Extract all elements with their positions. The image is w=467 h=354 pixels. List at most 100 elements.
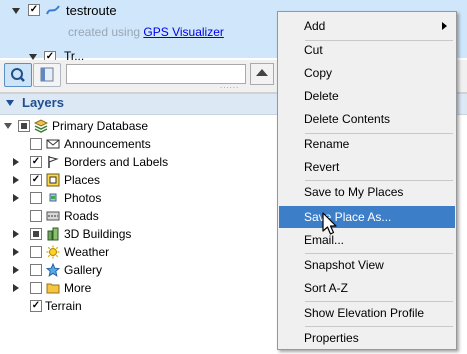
layer-checkbox[interactable]	[30, 228, 42, 240]
menu-item-label: Sort A-Z	[304, 281, 349, 295]
expand-arrow-icon[interactable]	[13, 194, 19, 202]
submenu-arrow-icon	[442, 22, 447, 30]
layer-item[interactable]: Photos	[13, 189, 101, 207]
menu-item-delete-contents[interactable]: Delete Contents	[279, 108, 455, 130]
expand-arrow-icon[interactable]	[13, 158, 19, 166]
layers-collapse-icon[interactable]	[6, 100, 14, 106]
layers-title: Layers	[22, 95, 64, 110]
layer-checkbox[interactable]	[30, 282, 42, 294]
layer-item[interactable]: ✓ Borders and Labels	[13, 153, 168, 171]
testroute-checkbox[interactable]: ✓	[28, 4, 40, 16]
menu-item-properties[interactable]: Properties	[279, 327, 455, 349]
sun-icon	[46, 245, 60, 259]
expand-arrow-icon[interactable]	[13, 284, 19, 292]
panel-toggle-button[interactable]	[33, 63, 61, 87]
menu-item-add[interactable]: Add	[279, 15, 455, 37]
layer-label: Roads	[64, 209, 99, 223]
expand-arrow-icon[interactable]	[13, 230, 19, 238]
expand-arrow-icon[interactable]	[13, 266, 19, 274]
layer-label: More	[64, 281, 92, 295]
menu-item-sort-a-z[interactable]: Sort A-Z	[279, 277, 455, 299]
search-icon	[11, 68, 25, 82]
layer-label: Primary Database	[52, 119, 149, 133]
search-input[interactable]	[66, 64, 246, 84]
layer-label: Terrain	[45, 299, 82, 313]
envelope-icon	[46, 137, 60, 151]
partial-label: Tr...	[64, 49, 85, 60]
place-item-testroute[interactable]: ✓ testroute	[0, 2, 280, 20]
layer-checkbox[interactable]	[30, 246, 42, 258]
star-icon	[46, 263, 60, 277]
menu-item-label: Cut	[304, 43, 323, 57]
menu-item-label: Copy	[304, 66, 333, 80]
flag-icon	[46, 155, 60, 169]
menu-item-label: Rename	[304, 137, 350, 151]
menu-item-label: Properties	[304, 331, 359, 345]
expand-arrow-icon[interactable]	[13, 248, 19, 256]
context-menu: Add Cut Copy Delete Delete Contents Rena…	[277, 11, 457, 350]
menu-item-rename[interactable]: Rename	[279, 133, 455, 155]
places-icon	[46, 173, 60, 187]
partial-checkbox[interactable]: ✓	[44, 51, 56, 60]
layer-checkbox[interactable]: ✓	[30, 156, 42, 168]
place-label: testroute	[66, 3, 117, 18]
mouse-cursor-icon	[322, 212, 337, 235]
database-icon	[34, 119, 48, 133]
road-icon	[46, 209, 60, 223]
up-arrow-icon	[256, 69, 268, 76]
layer-item[interactable]: Primary Database	[4, 117, 148, 135]
resize-grip[interactable]: ......	[220, 82, 248, 90]
menu-item-email[interactable]: Email...	[279, 229, 455, 251]
menu-item-cut[interactable]: Cut	[279, 39, 455, 61]
menu-item-label: Delete	[304, 89, 339, 103]
layer-checkbox[interactable]	[30, 264, 42, 276]
menu-item-label: Show Elevation Profile	[304, 306, 425, 320]
created-prefix: created using	[68, 25, 144, 39]
layer-checkbox[interactable]	[30, 210, 42, 222]
menu-item-copy[interactable]: Copy	[279, 62, 455, 84]
layer-checkbox[interactable]	[30, 192, 42, 204]
layer-label: Photos	[64, 191, 102, 205]
layer-checkbox[interactable]: ✓	[30, 300, 42, 312]
layer-label: Borders and Labels	[64, 155, 169, 169]
collapse-arrow-icon[interactable]	[4, 123, 12, 129]
layer-item[interactable]: Roads	[30, 207, 99, 225]
menu-item-save-place-as[interactable]: Save Place As...	[279, 206, 455, 228]
layer-item[interactable]: ✓ Terrain	[30, 297, 82, 315]
collapse-arrow-icon[interactable]	[12, 8, 20, 14]
layer-label: Weather	[64, 245, 110, 259]
layer-label: Gallery	[64, 263, 103, 277]
menu-item-label: Revert	[304, 160, 340, 174]
search-button[interactable]	[4, 63, 32, 87]
layer-checkbox[interactable]	[18, 120, 30, 132]
menu-item-label: Add	[304, 19, 326, 33]
photo-icon	[46, 191, 60, 205]
layer-item[interactable]: Announcements	[30, 135, 151, 153]
place-item-partial[interactable]: ✓ Tr...	[0, 48, 270, 60]
layer-item[interactable]: Gallery	[13, 261, 102, 279]
menu-item-delete[interactable]: Delete	[279, 85, 455, 107]
layer-label: Announcements	[64, 137, 151, 151]
layer-label: 3D Buildings	[64, 227, 132, 241]
folder-icon	[46, 281, 60, 295]
move-up-button[interactable]	[250, 63, 274, 85]
layer-checkbox[interactable]	[30, 138, 42, 150]
panel-icon	[40, 67, 54, 82]
expand-arrow-icon[interactable]	[13, 176, 19, 184]
menu-item-show-elevation-profile[interactable]: Show Elevation Profile	[279, 302, 455, 324]
menu-item-label: Save Place As...	[304, 210, 392, 224]
layer-item[interactable]: 3D Buildings	[13, 225, 131, 243]
menu-item-label: Snapshot View	[304, 258, 384, 272]
menu-item-snapshot-view[interactable]: Snapshot View	[279, 254, 455, 276]
menu-item-label: Delete Contents	[304, 112, 391, 126]
building-icon	[46, 227, 60, 241]
layer-item[interactable]: More	[13, 279, 91, 297]
gps-visualizer-link[interactable]: GPS Visualizer	[143, 25, 223, 39]
layer-item[interactable]: Weather	[13, 243, 109, 261]
place-description: created using GPS Visualizer	[68, 25, 224, 39]
menu-item-save-to-my-places[interactable]: Save to My Places	[279, 181, 455, 203]
menu-item-revert[interactable]: Revert	[279, 156, 455, 178]
layer-checkbox[interactable]: ✓	[30, 174, 42, 186]
layer-item[interactable]: ✓ Places	[13, 171, 100, 189]
menu-item-label: Save to My Places	[304, 185, 404, 199]
